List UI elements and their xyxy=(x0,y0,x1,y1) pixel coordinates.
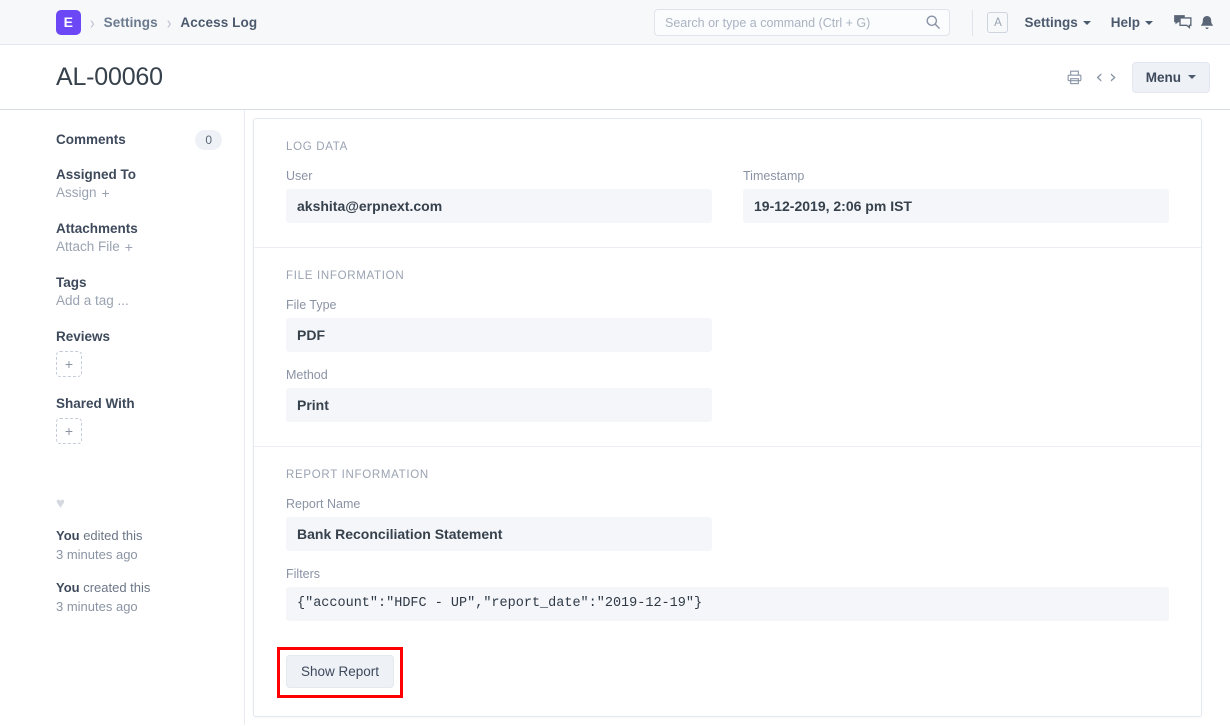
show-report-container: Show Report xyxy=(286,655,394,688)
field-report-name: Report Name Bank Reconciliation Statemen… xyxy=(286,497,712,551)
prev-chevron-icon[interactable]: ‹ xyxy=(1093,68,1107,87)
attachments-label: Attachments xyxy=(56,221,222,236)
field-report-name-label: Report Name xyxy=(286,497,712,511)
shared-with-label: Shared With xyxy=(56,396,222,411)
navbar-divider xyxy=(972,10,973,36)
field-user: User akshita@erpnext.com xyxy=(286,169,712,223)
field-method-label: Method xyxy=(286,368,712,382)
sidebar-section-attachments: Attachments Attach File + xyxy=(56,221,222,256)
avatar[interactable]: A xyxy=(987,12,1008,33)
add-share-button[interactable]: + xyxy=(56,418,82,444)
section-log-data-title: LOG DATA xyxy=(286,141,1169,153)
plus-icon: + xyxy=(102,185,110,201)
search-icon[interactable] xyxy=(925,14,941,30)
attach-file-button[interactable]: Attach File + xyxy=(56,239,133,255)
field-file-type-label: File Type xyxy=(286,298,712,312)
section-file-information-title: FILE INFORMATION xyxy=(286,270,1169,282)
sidebar-section-comments: Comments 0 xyxy=(56,130,222,150)
search-input[interactable] xyxy=(654,9,950,36)
search-container xyxy=(654,9,950,36)
tags-label: Tags xyxy=(56,275,222,290)
field-method-value[interactable]: Print xyxy=(286,388,712,422)
field-timestamp-value[interactable]: 19-12-2019, 2:06 pm IST xyxy=(743,189,1169,223)
breadcrumb-separator-icon: › xyxy=(90,13,95,31)
menu-button[interactable]: Menu xyxy=(1132,62,1210,93)
field-timestamp-label: Timestamp xyxy=(743,169,1169,183)
breadcrumb-access-log[interactable]: Access Log xyxy=(180,15,257,30)
section-log-data: LOG DATA User akshita@erpnext.com Timest… xyxy=(254,119,1201,248)
sidebar: Comments 0 Assigned To Assign + Attachme… xyxy=(0,110,245,725)
field-file-type-value[interactable]: PDF xyxy=(286,318,712,352)
field-user-label: User xyxy=(286,169,712,183)
activity-edited-actor: You xyxy=(56,528,80,543)
activity-created-actor: You xyxy=(56,580,80,595)
section-report-information: REPORT INFORMATION Report Name Bank Reco… xyxy=(254,447,1201,716)
comments-label: Comments xyxy=(56,132,126,147)
erpnext-logo-icon[interactable]: E xyxy=(56,10,81,35)
field-method: Method Print xyxy=(286,368,712,422)
field-filters-value[interactable]: {"account":"HDFC - UP","report_date":"20… xyxy=(286,587,1169,621)
chevron-down-icon xyxy=(1083,21,1091,25)
field-filters: Filters {"account":"HDFC - UP","report_d… xyxy=(286,567,1169,621)
next-chevron-icon[interactable]: › xyxy=(1106,68,1120,87)
activity-created-action: created this xyxy=(80,580,151,595)
sidebar-section-assigned-to: Assigned To Assign + xyxy=(56,167,222,202)
chevron-down-icon xyxy=(1145,21,1153,25)
field-report-name-value[interactable]: Bank Reconciliation Statement xyxy=(286,517,712,551)
breadcrumb: E › Settings › Access Log xyxy=(0,10,257,35)
activity-edited-action: edited this xyxy=(80,528,143,543)
navbar-right-group: A Settings Help xyxy=(972,0,1216,45)
field-user-value[interactable]: akshita@erpnext.com xyxy=(286,189,712,223)
field-column-empty xyxy=(743,497,1169,551)
bell-icon[interactable] xyxy=(1198,14,1216,32)
assign-button[interactable]: Assign + xyxy=(56,185,110,201)
help-dropdown-label: Help xyxy=(1111,15,1140,30)
activity-edited-time: 3 minutes ago xyxy=(56,547,138,562)
activity-edited: You edited this 3 minutes ago xyxy=(56,527,222,565)
field-column-empty xyxy=(743,298,1169,422)
sidebar-section-tags: Tags Add a tag ... xyxy=(56,275,222,310)
menu-button-label: Menu xyxy=(1146,70,1181,85)
main-content: LOG DATA User akshita@erpnext.com Timest… xyxy=(245,110,1230,725)
page-body: Comments 0 Assigned To Assign + Attachme… xyxy=(0,110,1230,725)
plus-icon: + xyxy=(125,239,133,255)
print-icon[interactable] xyxy=(1066,69,1083,86)
activity-created: You created this 3 minutes ago xyxy=(56,579,222,617)
settings-dropdown[interactable]: Settings xyxy=(1024,15,1090,30)
add-tag-input[interactable]: Add a tag ... xyxy=(56,293,129,308)
assigned-to-label: Assigned To xyxy=(56,167,222,182)
reviews-label: Reviews xyxy=(56,329,222,344)
settings-dropdown-label: Settings xyxy=(1024,15,1077,30)
section-report-information-title: REPORT INFORMATION xyxy=(286,469,1169,481)
section-file-information: FILE INFORMATION File Type PDF Method Pr… xyxy=(254,248,1201,447)
sidebar-section-shared-with: Shared With + xyxy=(56,396,222,444)
page-actions: ‹ › Menu xyxy=(1066,62,1210,93)
help-dropdown[interactable]: Help xyxy=(1111,15,1153,30)
add-review-button[interactable]: + xyxy=(56,351,82,377)
like-heart-icon[interactable]: ♥ xyxy=(56,496,222,511)
breadcrumb-settings[interactable]: Settings xyxy=(104,15,158,30)
sidebar-section-reviews: Reviews + xyxy=(56,329,222,377)
attach-file-label: Attach File xyxy=(56,239,120,254)
page-header: AL-00060 ‹ › Menu xyxy=(0,45,1230,110)
assign-label: Assign xyxy=(56,185,97,200)
show-report-button[interactable]: Show Report xyxy=(286,655,394,688)
top-navbar: E › Settings › Access Log A Settings Hel… xyxy=(0,0,1230,45)
field-timestamp: Timestamp 19-12-2019, 2:06 pm IST xyxy=(743,169,1169,223)
page-title: AL-00060 xyxy=(56,63,163,92)
field-filters-label: Filters xyxy=(286,567,1169,581)
activity-created-time: 3 minutes ago xyxy=(56,599,138,614)
form-card: LOG DATA User akshita@erpnext.com Timest… xyxy=(253,118,1202,717)
chevron-down-icon xyxy=(1188,75,1196,79)
field-file-type: File Type PDF xyxy=(286,298,712,352)
breadcrumb-separator-icon: › xyxy=(167,13,172,31)
chat-icon[interactable] xyxy=(1173,13,1192,32)
comments-count-badge[interactable]: 0 xyxy=(195,130,222,150)
